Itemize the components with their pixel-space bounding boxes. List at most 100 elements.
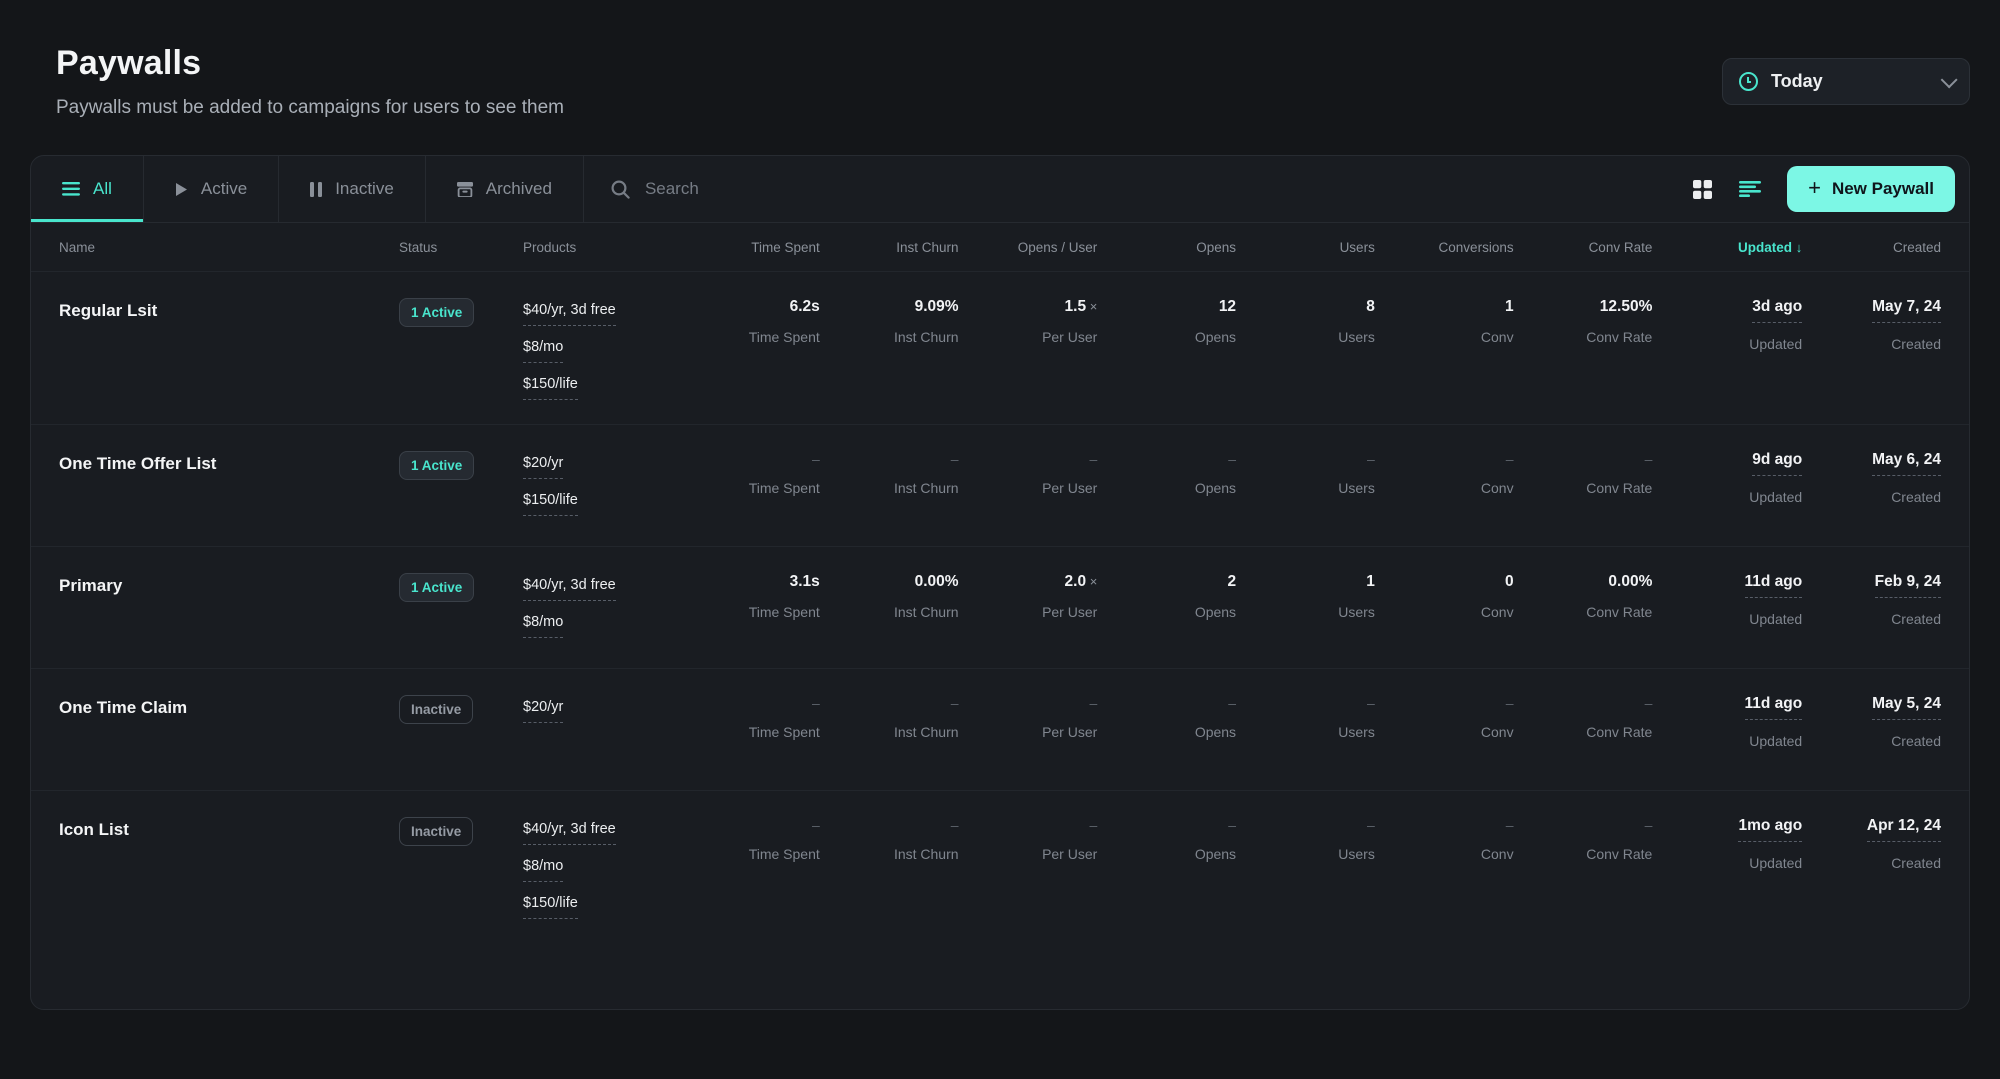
metric-opens-per-user: 1.5 × Per User [959,298,1098,345]
tab-all[interactable]: All [31,156,144,222]
metric-inst-churn: – Inst Churn [820,695,959,740]
grid-view-icon [1693,180,1712,199]
status-badge: 1 Active [399,451,474,480]
column-header-time-spent[interactable]: Time Spent [681,240,820,255]
new-paywall-label: New Paywall [1832,179,1934,199]
metric-opens: – Opens [1097,695,1236,740]
product-price[interactable]: $40/yr, 3d free [523,302,616,326]
status-cell: Inactive [399,817,523,846]
metric-conv-rate: 12.50% Conv Rate [1514,298,1653,345]
paywall-name: One Time Claim [59,695,399,718]
metric-users: – Users [1236,817,1375,862]
metric-conv-rate: – Conv Rate [1514,817,1653,862]
product-price[interactable]: $150/life [523,376,578,400]
date-filter-dropdown[interactable]: Today [1722,58,1970,105]
table-row[interactable]: Primary 1 Active $40/yr, 3d free $8/mo 3.… [31,546,1969,668]
page-title: Paywalls [56,44,1970,83]
metric-time-spent: 6.2s Time Spent [681,298,820,345]
column-header-products[interactable]: Products [523,240,681,255]
new-paywall-button[interactable]: + New Paywall [1787,166,1955,212]
tab-inactive-label: Inactive [335,179,394,199]
grid-view-button[interactable] [1693,180,1712,199]
search-icon [611,180,630,199]
search-input[interactable] [645,179,1660,199]
products-cell: $40/yr, 3d free $8/mo [523,573,681,638]
clock-icon [1739,72,1758,91]
status-cell: 1 Active [399,573,523,602]
metric-opens: 2 Opens [1097,573,1236,620]
metric-inst-churn: – Inst Churn [820,817,959,862]
metric-opens-per-user: 2.0 × Per User [959,573,1098,620]
product-price[interactable]: $8/mo [523,339,563,363]
column-header-created[interactable]: Created [1802,240,1941,255]
product-price[interactable]: $20/yr [523,699,563,723]
chevron-down-icon [1941,71,1958,88]
list-view-icon [1739,181,1761,197]
column-header-inst-churn[interactable]: Inst Churn [820,240,959,255]
tab-archived[interactable]: Archived [426,156,584,222]
tab-inactive[interactable]: Inactive [279,156,426,222]
page-subtitle: Paywalls must be added to campaigns for … [56,97,1970,119]
column-header-opens-user[interactable]: Opens / User [959,240,1098,255]
product-price[interactable]: $8/mo [523,614,563,638]
paywalls-panel: All Active Inactive Archived [30,155,1970,1010]
metric-updated: 9d ago Updated [1652,451,1802,505]
tab-active[interactable]: Active [144,156,279,222]
metric-created: May 5, 24 Created [1802,695,1941,749]
metric-conversions: – Conv [1375,817,1514,862]
metric-conversions: 1 Conv [1375,298,1514,345]
metric-time-spent: – Time Spent [681,451,820,496]
metric-conversions: – Conv [1375,451,1514,496]
column-header-users[interactable]: Users [1236,240,1375,255]
metric-opens: 12 Opens [1097,298,1236,345]
plus-icon: + [1808,177,1821,199]
product-price[interactable]: $20/yr [523,455,563,479]
tab-active-label: Active [201,179,247,199]
table-body: Regular Lsit 1 Active $40/yr, 3d free$8/… [31,271,1969,943]
metric-created: Apr 12, 24 Created [1802,817,1941,871]
paywall-name: Primary [59,573,399,596]
metric-conv-rate: – Conv Rate [1514,451,1653,496]
toolbar: All Active Inactive Archived [31,156,1969,223]
column-header-opens[interactable]: Opens [1097,240,1236,255]
status-badge: Inactive [399,695,473,724]
status-badge: Inactive [399,817,473,846]
metric-opens: – Opens [1097,451,1236,496]
metric-users: – Users [1236,451,1375,496]
table-row[interactable]: Regular Lsit 1 Active $40/yr, 3d free$8/… [31,271,1969,424]
list-view-button[interactable] [1739,181,1761,197]
column-header-status[interactable]: Status [399,240,523,255]
paywall-name: Icon List [59,817,399,840]
metric-opens-per-user: – Per User [959,817,1098,862]
product-price[interactable]: $150/life [523,895,578,919]
column-header-conversions[interactable]: Conversions [1375,240,1514,255]
metric-conv-rate: – Conv Rate [1514,695,1653,740]
date-filter-label: Today [1771,71,1823,92]
metric-opens-per-user: – Per User [959,451,1098,496]
column-header-updated[interactable]: Updated ↓ [1652,240,1802,255]
product-price[interactable]: $150/life [523,492,578,516]
column-header-name[interactable]: Name [59,240,399,255]
status-badge: 1 Active [399,298,474,327]
pause-icon [310,182,322,197]
metric-time-spent: 3.1s Time Spent [681,573,820,620]
products-cell: $40/yr, 3d free $8/mo $150/life [523,298,681,400]
product-price[interactable]: $40/yr, 3d free [523,821,616,845]
metric-users: 8 Users [1236,298,1375,345]
metric-created: May 7, 24 Created [1802,298,1941,352]
table-header: Name Status Products Time Spent Inst Chu… [31,223,1969,271]
metric-users: 1 Users [1236,573,1375,620]
metric-conversions: 0 Conv [1375,573,1514,620]
table-row[interactable]: One Time Claim Inactive $20/yr – Time Sp… [31,668,1969,790]
table-row[interactable]: Icon List Inactive $40/yr, 3d free $8/mo $… [31,790,1969,943]
metric-conv-rate: 0.00% Conv Rate [1514,573,1653,620]
paywall-name: One Time Offer List [59,451,399,474]
product-price[interactable]: $40/yr, 3d free [523,577,616,601]
product-price[interactable]: $8/mo [523,858,563,882]
metric-updated: 3d ago Updated [1652,298,1802,352]
table-row[interactable]: One Time Offer List 1 Active $20/yr $150/… [31,424,1969,546]
column-header-conv-rate[interactable]: Conv Rate [1514,240,1653,255]
status-cell: 1 Active [399,451,523,480]
metric-opens-per-user: – Per User [959,695,1098,740]
archive-icon [457,182,473,197]
